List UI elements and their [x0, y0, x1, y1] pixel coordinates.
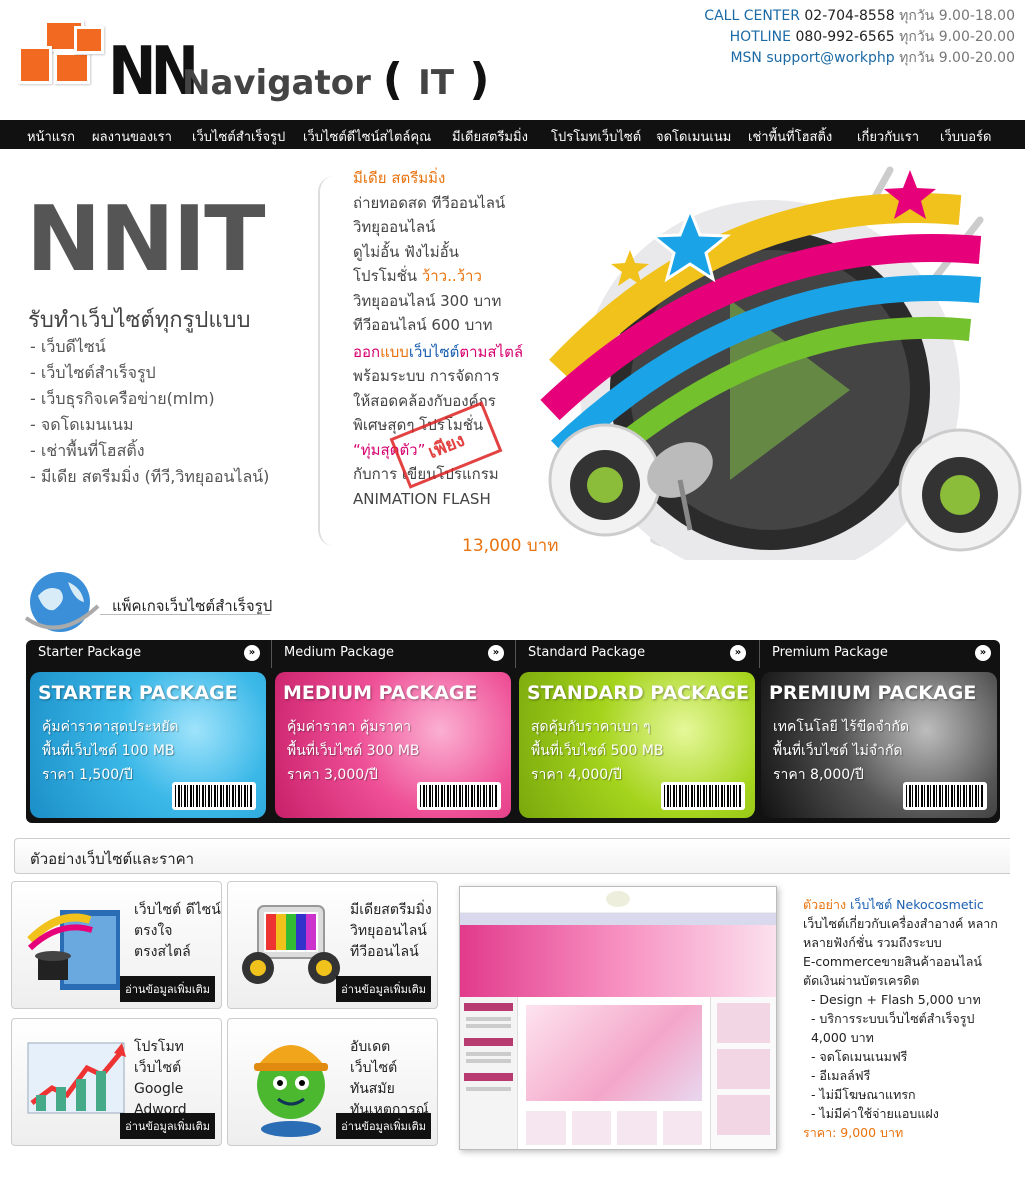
speaker-left-icon: [548, 423, 662, 537]
sample-price: ราคา: 9,000 บาท: [803, 1125, 904, 1140]
packages-title-underline: [100, 614, 270, 615]
nav-about[interactable]: เกี่ยวกับเรา: [857, 126, 919, 147]
service-item: - เช่าพื้นที่โฮสติ้ง: [30, 441, 145, 460]
barcode-icon: [661, 782, 745, 810]
double-chevron-icon[interactable]: »: [244, 645, 260, 661]
sample-banner: [460, 925, 776, 997]
packages-panel: Starter Package » Medium Package » Stand…: [26, 640, 1000, 823]
package-card-medium[interactable]: MEDIUM PACKAGE คุ้มค่าราคา คุ้มราคา พื้น…: [275, 672, 511, 818]
nav-domain[interactable]: จดโดเมนเนม: [656, 126, 731, 147]
hero-title: NNIT: [26, 187, 266, 292]
sample-right-column: [710, 997, 776, 1149]
package-tab-starter[interactable]: Starter Package »: [26, 640, 270, 668]
globe-icon: [24, 572, 100, 632]
feature-box-promote[interactable]: โปรโมทเว็บไซต์ Google Adword อ่านข้อมูลเ…: [11, 1018, 222, 1146]
nav-media-streaming[interactable]: มีเดียสตรีมมิ่ง: [452, 126, 528, 147]
double-chevron-icon[interactable]: »: [488, 645, 504, 661]
nav-custom-design[interactable]: เว็บไซต์ดีไซน์สไตล์คุณ: [303, 126, 431, 147]
hero-services-list: - เว็บดีไซน์ - เว็บไซต์สำเร็จรูป - เว็บธ…: [30, 334, 269, 490]
sample-site-link[interactable]: เว็บไซต์ Nekocosmetic: [846, 897, 984, 912]
feature-box-update[interactable]: อับเดตเว็บไซต์ ทันสมัย ทันเหตุการณ์ อ่าน…: [227, 1018, 438, 1146]
read-more-button[interactable]: อ่านข้อมูลเพิ่มเติม: [120, 976, 215, 1002]
hero-price: 13,000 บาท: [462, 536, 559, 556]
barcode-icon: [417, 782, 501, 810]
nav-home[interactable]: หน้าแรก: [27, 126, 75, 147]
double-chevron-icon[interactable]: »: [730, 645, 746, 661]
package-card-premium[interactable]: PREMIUM PACKAGE เทคโนโลยี ไร้ขีดจำกัด พื…: [761, 672, 997, 818]
brand-name[interactable]: Navigator ( IT ): [182, 58, 489, 102]
nav-ready-websites[interactable]: เว็บไซต์สำเร็จรูป: [192, 126, 285, 147]
service-item: - จดโดเมนเนม: [30, 415, 134, 434]
read-more-button[interactable]: อ่านข้อมูลเพิ่มเติม: [336, 1113, 431, 1139]
media-tv-icon: [242, 905, 340, 984]
sample-nav-bar: [460, 913, 776, 925]
package-card-standard[interactable]: STANDARD PACKAGE สุดคุ้มกับราคาเบา ๆ พื้…: [519, 672, 755, 818]
service-item: - มีเดีย สตรีมมิ่ง (ทีวี,วิทยุออนไลน์): [30, 467, 270, 486]
service-item: - เว็บดีไซน์: [30, 337, 106, 356]
tv-illustration: [540, 166, 1022, 560]
brand-name-text: Navigator: [182, 63, 371, 103]
double-chevron-icon[interactable]: »: [975, 645, 991, 661]
contact-msn: MSN support@workphp ทุกวัน 9.00-20.00: [730, 50, 1015, 66]
sample-website-screenshot[interactable]: [459, 886, 777, 1150]
web-design-icon: [27, 910, 120, 990]
service-item: - เว็บไซต์สำเร็จรูป: [30, 363, 156, 382]
barcode-icon: [903, 782, 987, 810]
feature-box-media[interactable]: มีเดียสตรีมมิ่ง วิทยุออนไลน์ ทีวีออนไลน์…: [227, 881, 438, 1009]
worker-mascot-icon: [254, 1045, 328, 1137]
hero-subtitle: รับทำเว็บไซต์ทุกรูปแบบ: [28, 308, 251, 333]
read-more-button[interactable]: อ่านข้อมูลเพิ่มเติม: [120, 1113, 215, 1139]
contact-call-center: CALL CENTER 02-704-8558 ทุกวัน 9.00-18.0…: [704, 8, 1015, 24]
nav-promote-website[interactable]: โปรโมทเว็บไซต์: [551, 126, 641, 147]
nav-hosting[interactable]: เช่าพื้นที่โฮสติ้ง: [748, 126, 832, 147]
sample-content: [518, 997, 710, 1149]
design-heading: ออกแบบเว็บไซต์ตามสไตล์: [353, 342, 524, 361]
media-heading: มีเดีย สตรีมมิ่ง: [353, 169, 446, 187]
package-card-starter[interactable]: STARTER PACKAGE คุ้มค่าราคาสุดประหยัด พื…: [30, 672, 266, 818]
sample-description: ตัวอย่าง เว็บไซต์ Nekocosmetic เว็บไซต์เ…: [803, 897, 998, 1140]
package-tab-medium[interactable]: Medium Package »: [271, 640, 515, 668]
nav-portfolio[interactable]: ผลงานของเรา: [92, 126, 172, 147]
main-nav: หน้าแรก ผลงานของเรา เว็บไซต์สำเร็จรูป เว…: [0, 120, 1025, 149]
contact-info: CALL CENTER 02-704-8558 ทุกวัน 9.00-18.0…: [704, 6, 1015, 69]
logo-mark[interactable]: [18, 20, 108, 105]
feature-box-design[interactable]: เว็บไซต์ ดีไซน์ ตรงใจ ตรงสไตล์ อ่านข้อมู…: [11, 881, 222, 1009]
contact-hotline: HOTLINE 080-992-6565 ทุกวัน 9.00-20.00: [729, 29, 1015, 45]
logo-letters: NN: [108, 31, 199, 111]
sample-logo-icon: [606, 891, 630, 907]
msn-link[interactable]: support@workphp: [766, 50, 894, 66]
package-tab-standard[interactable]: Standard Package »: [515, 640, 759, 668]
service-item: - เว็บธุรกิจเครือข่าย(mlm): [30, 389, 215, 408]
brand-paren-text: IT: [418, 63, 455, 103]
barcode-icon: [172, 782, 256, 810]
growth-chart-icon: [27, 1042, 126, 1114]
hero-divider: [318, 176, 334, 546]
package-tab-premium[interactable]: Premium Package »: [759, 640, 1000, 668]
read-more-button[interactable]: อ่านข้อมูลเพิ่มเติม: [336, 976, 431, 1002]
nav-webboard[interactable]: เว็บบอร์ด: [940, 126, 991, 147]
speaker-right-icon: [898, 428, 1022, 552]
examples-title: ตัวอย่างเว็บไซต์และราคา: [30, 850, 195, 868]
sample-sidebar: [460, 997, 518, 1149]
